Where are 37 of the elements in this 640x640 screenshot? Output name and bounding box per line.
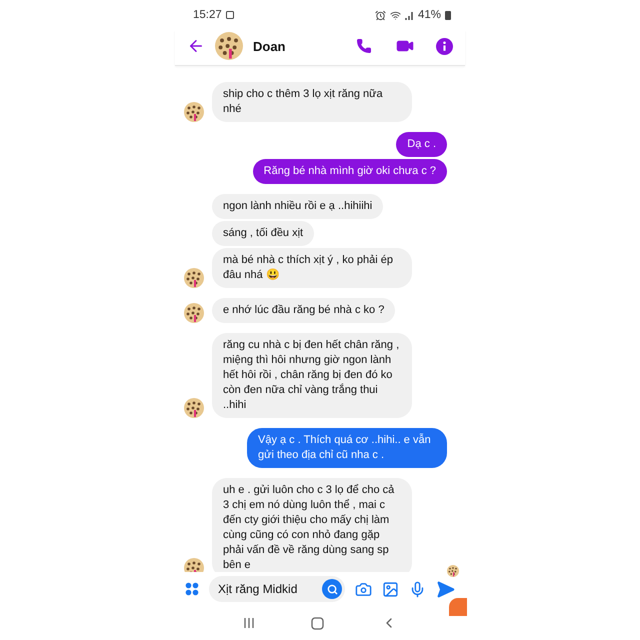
message-bubble: ship cho c thêm 3 lọ xịt răng nữa nhé <box>212 82 412 122</box>
info-icon[interactable] <box>436 38 453 54</box>
battery-icon <box>445 10 451 20</box>
microphone-icon[interactable] <box>409 580 426 598</box>
back-button[interactable] <box>187 37 205 55</box>
avatar <box>184 558 204 572</box>
notification-icon <box>226 11 234 19</box>
apps-icon[interactable] <box>185 582 199 596</box>
wifi-icon <box>390 10 401 20</box>
message-bubble: Dạ c . <box>396 132 447 157</box>
status-time: 15:27 <box>193 9 222 21</box>
message-bubble: Vậy ạ c . Thích quá cơ ..hihi.. e vẫn gửi theo địa chỉ cũ nha c . <box>247 428 447 468</box>
camera-icon[interactable] <box>355 580 372 598</box>
home-icon[interactable] <box>311 616 324 630</box>
avatar <box>184 398 204 418</box>
message-field[interactable]: Xịt răng Midkid <box>209 576 345 602</box>
message-bubble: uh e . gửi luôn cho c 3 lọ để cho cả 3 chị em nó dùng luôn thể , mai c đến cty giới thiệu cho mấy chị làm cùng cũng có con nhỏ đang gặp phải vấn đề về răng dùng sang sp bên e <box>212 478 412 572</box>
floating-badge[interactable] <box>449 598 467 616</box>
recent-apps-icon[interactable] <box>243 617 256 629</box>
avatar <box>184 102 204 122</box>
message-bubble: sáng , tối đều xịt <box>212 221 314 246</box>
phone-icon[interactable] <box>356 38 372 54</box>
message-bubble: ngon lành nhiều rồi e ạ ..hihiihi <box>212 194 384 219</box>
message-bubble: răng cu nhà c bị đen hết chân răng , miệng thì hôi nhưng giờ ngon lành hết hôi rồi , chân răng bị đen đó ko còn đen nữa chỉ vàng trắng thui ..hihi <box>212 333 412 418</box>
alarm-icon <box>374 10 386 20</box>
message-bubble: mà bé nhà c thích xịt ý , ko phải ép đâu nhá 😃 <box>212 248 412 288</box>
battery-level: 41% <box>418 9 441 21</box>
signal-icon <box>404 10 414 20</box>
avatar <box>184 268 204 288</box>
avatar <box>215 32 243 60</box>
avatar <box>184 303 204 323</box>
contact-name: Doan <box>253 38 286 54</box>
avatar <box>447 565 459 577</box>
message-bubble: e nhớ lúc đầu răng bé nhà c ko ? <box>212 298 396 323</box>
send-icon[interactable] <box>436 580 455 598</box>
image-icon[interactable] <box>382 580 399 598</box>
message-bubble: Răng bé nhà mình giờ oki chưa c ? <box>252 159 447 184</box>
